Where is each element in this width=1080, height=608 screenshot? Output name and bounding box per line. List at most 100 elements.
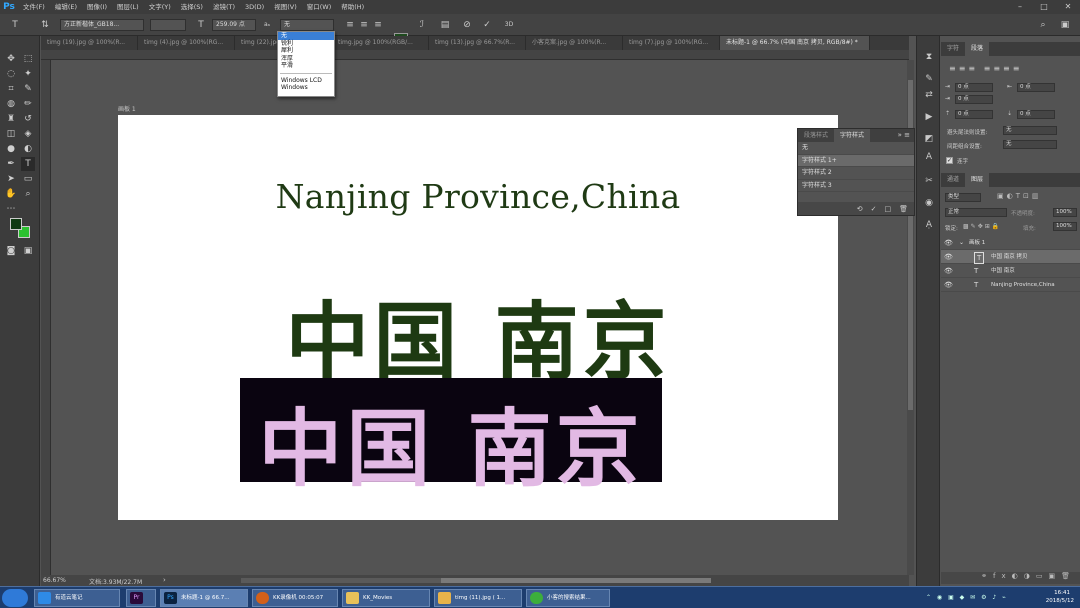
- chinese-title-copy-box[interactable]: 中国 南京: [240, 378, 662, 498]
- delete-style-icon[interactable]: 🗑: [899, 205, 908, 213]
- expand-chevron-icon[interactable]: ⌄: [959, 236, 964, 250]
- new-style-icon[interactable]: □: [884, 205, 891, 213]
- clear-override-icon[interactable]: ⟲: [857, 205, 863, 213]
- hyphenate-checkbox[interactable]: ✓: [946, 157, 953, 164]
- taskbar-browser[interactable]: 小客的搜索结果...: [526, 589, 610, 607]
- indent-left-field[interactable]: 0 点: [955, 83, 993, 92]
- horizontal-ruler[interactable]: [41, 50, 909, 60]
- search-icon[interactable]: ⌕: [1036, 18, 1050, 32]
- style-item[interactable]: 字符样式 1+: [798, 154, 914, 167]
- tab-character-styles[interactable]: 字符样式: [834, 129, 871, 142]
- zoom-tool-icon[interactable]: ⌕: [21, 187, 35, 201]
- tab-document[interactable]: timg.jpg @ 100%(RGB/...: [332, 36, 429, 50]
- style-item[interactable]: 字符样式 3: [798, 180, 914, 192]
- visibility-eye-icon[interactable]: 👁: [944, 250, 953, 264]
- character-panel-icon[interactable]: ▤: [438, 18, 452, 32]
- visibility-eye-icon[interactable]: 👁: [944, 278, 953, 292]
- document-info[interactable]: 文档:3.93M/22.7M: [89, 577, 142, 586]
- dropdown-option-windows-lcd[interactable]: Windows LCD: [278, 77, 334, 85]
- kinsoku-select[interactable]: 无: [1003, 126, 1057, 135]
- layers-footer-icons[interactable]: ⚭fx◐◑▭▣🗑: [941, 572, 1080, 584]
- 3d-button[interactable]: 3D: [502, 18, 516, 32]
- commit-icon[interactable]: ✓: [480, 18, 494, 32]
- marquee-tool-icon[interactable]: ⬚: [21, 52, 35, 66]
- tray-icons[interactable]: ⌃ ◉ ▣ ◆ ✉ ⚙ ♪ ⌁: [926, 594, 1008, 601]
- rectangle-tool-icon[interactable]: ▭: [21, 172, 35, 186]
- taskbar-app-kk-recorder[interactable]: KK录像机 00:05:07: [252, 589, 338, 607]
- type-tool-icon[interactable]: T: [21, 157, 35, 171]
- cancel-icon[interactable]: ⊘: [460, 18, 474, 32]
- healing-brush-icon[interactable]: ◍: [4, 97, 18, 111]
- menu-filter[interactable]: 滤镜(T): [208, 0, 240, 14]
- menu-3d[interactable]: 3D(D): [240, 0, 269, 14]
- dropdown-option-none[interactable]: 无: [278, 32, 334, 40]
- dropdown-option-sharp[interactable]: 锐利: [278, 40, 334, 48]
- workspace-icon[interactable]: ▣: [1058, 18, 1072, 32]
- eyedropper-icon[interactable]: ✎: [21, 82, 35, 96]
- clock-time[interactable]: 16:41: [1054, 590, 1070, 596]
- menu-type[interactable]: 文字(Y): [144, 0, 176, 14]
- tab-character[interactable]: 字符: [941, 42, 965, 56]
- paint-bucket-icon[interactable]: ◈: [21, 127, 35, 141]
- layer-row-text-copy[interactable]: 👁 T 中国 南京 拷贝: [941, 250, 1080, 264]
- magic-wand-icon[interactable]: ✦: [21, 67, 35, 81]
- zoom-level[interactable]: 66.67%: [43, 577, 66, 584]
- font-family-select[interactable]: 方正新楷体_GB18...: [60, 19, 144, 31]
- adjustments-icon[interactable]: ⇄: [922, 88, 936, 102]
- redefine-style-icon[interactable]: ✓: [871, 205, 877, 213]
- artboard-canvas[interactable]: Nanjing Province,China 中国 南京 中国 南京: [118, 115, 838, 520]
- dropdown-option-strong[interactable]: 浑厚: [278, 55, 334, 63]
- dodge-tool-icon[interactable]: ◐: [21, 142, 35, 156]
- fill-field[interactable]: 100%: [1053, 222, 1077, 231]
- tab-document[interactable]: timg (13).jpg @ 66.7%(R...: [429, 36, 526, 50]
- taskbar-app-youdao[interactable]: 有道云笔记: [34, 589, 120, 607]
- align-right-icon[interactable]: ≡: [371, 18, 385, 32]
- history-brush-icon[interactable]: ↺: [21, 112, 35, 126]
- align-left-icon[interactable]: ≡: [343, 18, 357, 32]
- menu-window[interactable]: 窗口(W): [302, 0, 337, 14]
- type-tool-icon[interactable]: T: [8, 18, 22, 32]
- actions-icon[interactable]: ▶: [922, 110, 936, 124]
- foreground-color-swatch[interactable]: [10, 218, 22, 230]
- path-selection-icon[interactable]: ➤: [4, 172, 18, 186]
- english-title-layer[interactable]: Nanjing Province,China: [118, 177, 838, 216]
- artboard-label[interactable]: 画板 1: [118, 104, 136, 113]
- tab-document[interactable]: timg (4).jpg @ 100%(RG...: [138, 36, 235, 50]
- start-button-icon[interactable]: [2, 589, 28, 607]
- mojikumi-select[interactable]: 无: [1003, 140, 1057, 149]
- lasso-tool-icon[interactable]: ◌: [4, 67, 18, 81]
- menu-image[interactable]: 图像(I): [82, 0, 112, 14]
- visibility-eye-icon[interactable]: 👁: [944, 236, 953, 250]
- tab-active-document[interactable]: 未标题-1 @ 66.7% (中国 南京 拷贝, RGB/8#) *: [720, 36, 870, 50]
- menu-file[interactable]: 文件(F): [18, 0, 50, 14]
- character-style-icon[interactable]: Ạ: [922, 218, 936, 232]
- style-item[interactable]: 无: [798, 142, 914, 155]
- visibility-eye-icon[interactable]: 👁: [944, 264, 953, 278]
- channels-icon[interactable]: ◉: [922, 196, 936, 210]
- font-style-select[interactable]: [150, 19, 186, 31]
- more-tools-icon[interactable]: ⋯: [4, 202, 18, 216]
- taskbar-folder-kk-movies[interactable]: KK_Movies: [342, 589, 430, 607]
- chinese-title-copy-layer[interactable]: 中国 南京: [240, 382, 662, 503]
- layer-row-english-text[interactable]: 👁 T Nanjing Province,China: [941, 278, 1080, 292]
- align-center-icon[interactable]: ≡: [357, 18, 371, 32]
- menu-view[interactable]: 视图(V): [269, 0, 302, 14]
- font-size-field[interactable]: 259.09 点: [212, 19, 256, 31]
- tab-channels[interactable]: 通道: [941, 173, 965, 187]
- warp-text-icon[interactable]: ℐ: [415, 18, 429, 32]
- maximize-icon[interactable]: □: [1032, 0, 1056, 14]
- menu-select[interactable]: 选择(S): [176, 0, 208, 14]
- eraser-tool-icon[interactable]: ◫: [4, 127, 18, 141]
- space-after-field[interactable]: 0 点: [1017, 110, 1055, 119]
- character-icon[interactable]: A: [922, 150, 936, 164]
- tab-layers[interactable]: 图层: [965, 173, 990, 187]
- tab-document[interactable]: timg (19).jpg @ 100%(R...: [41, 36, 138, 50]
- blur-tool-icon[interactable]: ●: [4, 142, 18, 156]
- tab-document[interactable]: timg (7).jpg @ 100%(RG...: [623, 36, 720, 50]
- minimize-icon[interactable]: –: [1008, 0, 1032, 14]
- layer-row-artboard[interactable]: 👁 ⌄ 画板 1: [941, 236, 1080, 250]
- tab-paragraph-styles[interactable]: 段落样式: [798, 129, 834, 142]
- space-before-field[interactable]: 0 点: [955, 110, 993, 119]
- text-orientation-icon[interactable]: ⇅: [38, 18, 52, 32]
- menu-help[interactable]: 帮助(H): [336, 0, 369, 14]
